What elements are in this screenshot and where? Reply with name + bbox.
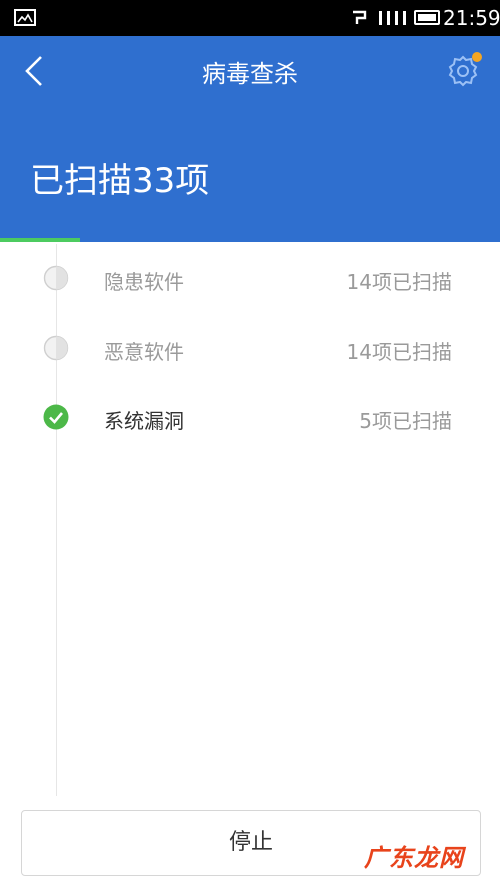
item-count: 5项已扫描: [359, 409, 452, 433]
scan-progress-bar: [0, 238, 80, 242]
watermark: 广东龙网: [364, 844, 464, 872]
signal-icon: [379, 11, 406, 25]
page-title: 病毒查杀: [202, 60, 298, 88]
notification-badge: [472, 52, 482, 62]
scan-count: 已扫描33项: [30, 161, 210, 201]
battery-icon: [414, 10, 440, 25]
spinner-icon: [43, 265, 69, 291]
spinner-icon: [43, 335, 69, 361]
item-label: 恶意软件: [104, 340, 184, 364]
check-circle-icon: [43, 404, 69, 430]
settings-button[interactable]: [446, 52, 482, 88]
item-count: 14项已扫描: [346, 340, 452, 364]
list-item: 隐患软件 14项已扫描: [0, 248, 500, 308]
item-label: 隐患软件: [104, 270, 184, 294]
item-label: 系统漏洞: [104, 409, 184, 433]
header: 病毒查杀 已扫描33项: [0, 36, 500, 242]
gallery-icon: [14, 9, 36, 26]
status-bar: 21:59: [0, 0, 500, 36]
list-item: 恶意软件 14项已扫描: [0, 318, 500, 378]
list-item: 系统漏洞 5项已扫描: [0, 387, 500, 447]
status-time: 21:59: [443, 6, 500, 30]
data-transfer-icon: [353, 10, 367, 24]
item-count: 14项已扫描: [346, 270, 452, 294]
